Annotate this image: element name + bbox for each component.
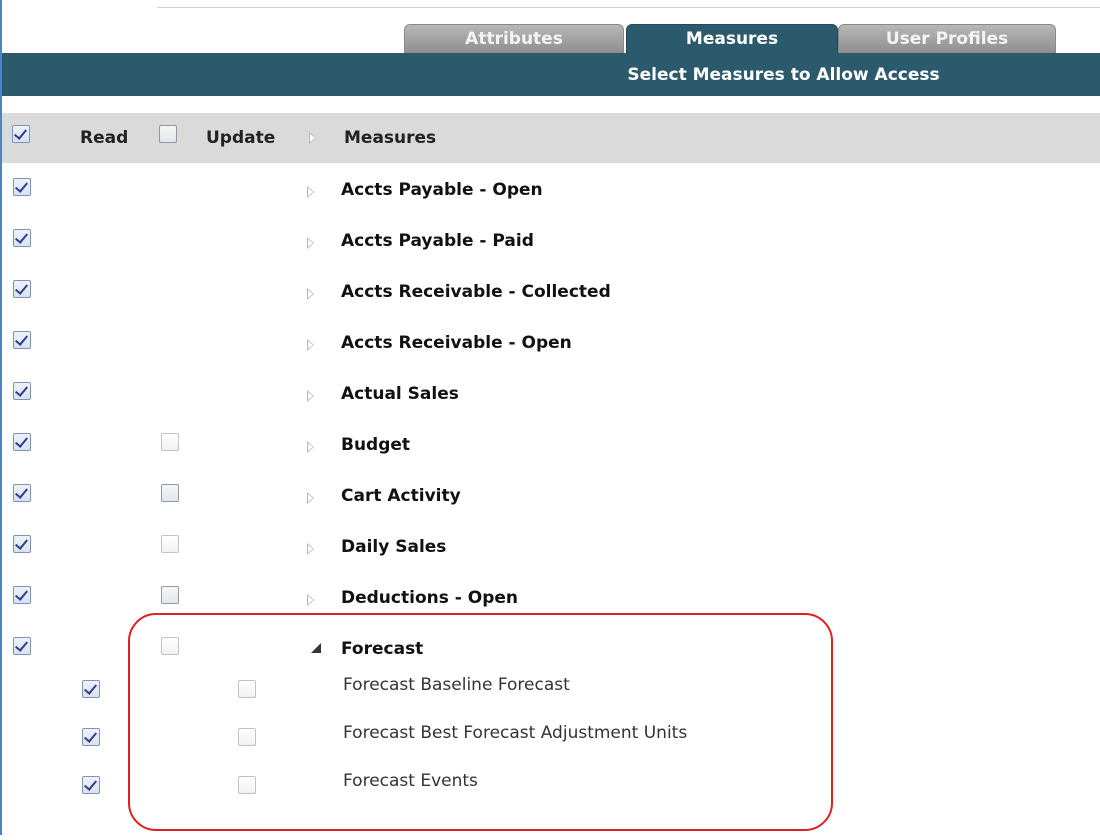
sort-arrow-icon[interactable] <box>309 132 316 144</box>
measure-label[interactable]: Accts Receivable - Open <box>341 333 572 353</box>
read-checkbox[interactable] <box>13 484 31 502</box>
expand-arrow-icon[interactable] <box>307 543 314 555</box>
read-checkbox[interactable] <box>82 776 100 794</box>
measure-label[interactable]: Deductions - Open <box>341 588 518 608</box>
update-checkbox[interactable] <box>161 586 179 604</box>
read-checkbox[interactable] <box>13 229 31 247</box>
expand-arrow-icon[interactable] <box>307 237 314 249</box>
read-checkbox[interactable] <box>13 382 31 400</box>
expand-arrow-icon[interactable] <box>307 186 314 198</box>
measure-label[interactable]: Budget <box>341 435 410 455</box>
highlight-annotation <box>128 613 833 831</box>
table-header-row: Read Update Measures <box>2 113 1100 163</box>
read-checkbox[interactable] <box>13 331 31 349</box>
read-checkbox[interactable] <box>13 637 31 655</box>
update-checkbox[interactable] <box>161 484 179 502</box>
expand-arrow-icon[interactable] <box>307 288 314 300</box>
measure-label[interactable]: Accts Payable - Open <box>341 180 543 200</box>
measure-label[interactable]: Daily Sales <box>341 537 446 557</box>
read-checkbox[interactable] <box>82 728 100 746</box>
expand-arrow-icon[interactable] <box>307 390 314 402</box>
update-checkbox[interactable] <box>238 776 256 794</box>
tab-user-profiles[interactable]: User Profiles <box>838 24 1056 53</box>
frame-top-border <box>157 0 1100 8</box>
tab-measures[interactable]: Measures <box>626 24 838 53</box>
read-all-checkbox[interactable] <box>12 125 30 143</box>
read-column-header: Read <box>80 128 129 148</box>
measures-column-header: Measures <box>344 128 437 148</box>
tab-attributes[interactable]: Attributes <box>404 24 624 53</box>
sub-measure-label[interactable]: Forecast Fitted Values <box>343 817 529 837</box>
read-checkbox[interactable] <box>13 280 31 298</box>
update-column-header: Update <box>206 128 276 148</box>
section-title-bar: Select Measures to Allow Access <box>2 53 1100 96</box>
read-checkbox[interactable] <box>13 535 31 553</box>
read-checkbox[interactable] <box>13 586 31 604</box>
sub-measure-label[interactable]: Forecast Events <box>343 771 478 791</box>
expand-arrow-icon[interactable] <box>307 441 314 453</box>
collapse-arrow-icon[interactable] <box>311 643 321 653</box>
measure-label[interactable]: Cart Activity <box>341 486 461 506</box>
update-checkbox[interactable] <box>238 728 256 746</box>
update-checkbox[interactable] <box>161 535 179 553</box>
section-title: Select Measures to Allow Access <box>627 64 940 85</box>
read-checkbox[interactable] <box>82 822 100 840</box>
update-all-checkbox[interactable] <box>159 125 177 143</box>
measure-label[interactable]: Accts Receivable - Collected <box>341 282 611 302</box>
measure-label[interactable]: Forecast <box>341 639 423 659</box>
measure-label[interactable]: Actual Sales <box>341 384 459 404</box>
read-checkbox[interactable] <box>13 433 31 451</box>
read-checkbox[interactable] <box>13 178 31 196</box>
update-checkbox[interactable] <box>161 637 179 655</box>
sub-measure-label[interactable]: Forecast Best Forecast Adjustment Units <box>343 723 687 743</box>
expand-arrow-icon[interactable] <box>307 339 314 351</box>
expand-arrow-icon[interactable] <box>307 492 314 504</box>
update-checkbox[interactable] <box>238 680 256 698</box>
expand-arrow-icon[interactable] <box>307 594 314 606</box>
sub-measure-label[interactable]: Forecast Baseline Forecast <box>343 675 570 695</box>
measure-label[interactable]: Accts Payable - Paid <box>341 231 534 251</box>
update-checkbox[interactable] <box>238 822 256 840</box>
update-checkbox[interactable] <box>161 433 179 451</box>
read-checkbox[interactable] <box>82 680 100 698</box>
